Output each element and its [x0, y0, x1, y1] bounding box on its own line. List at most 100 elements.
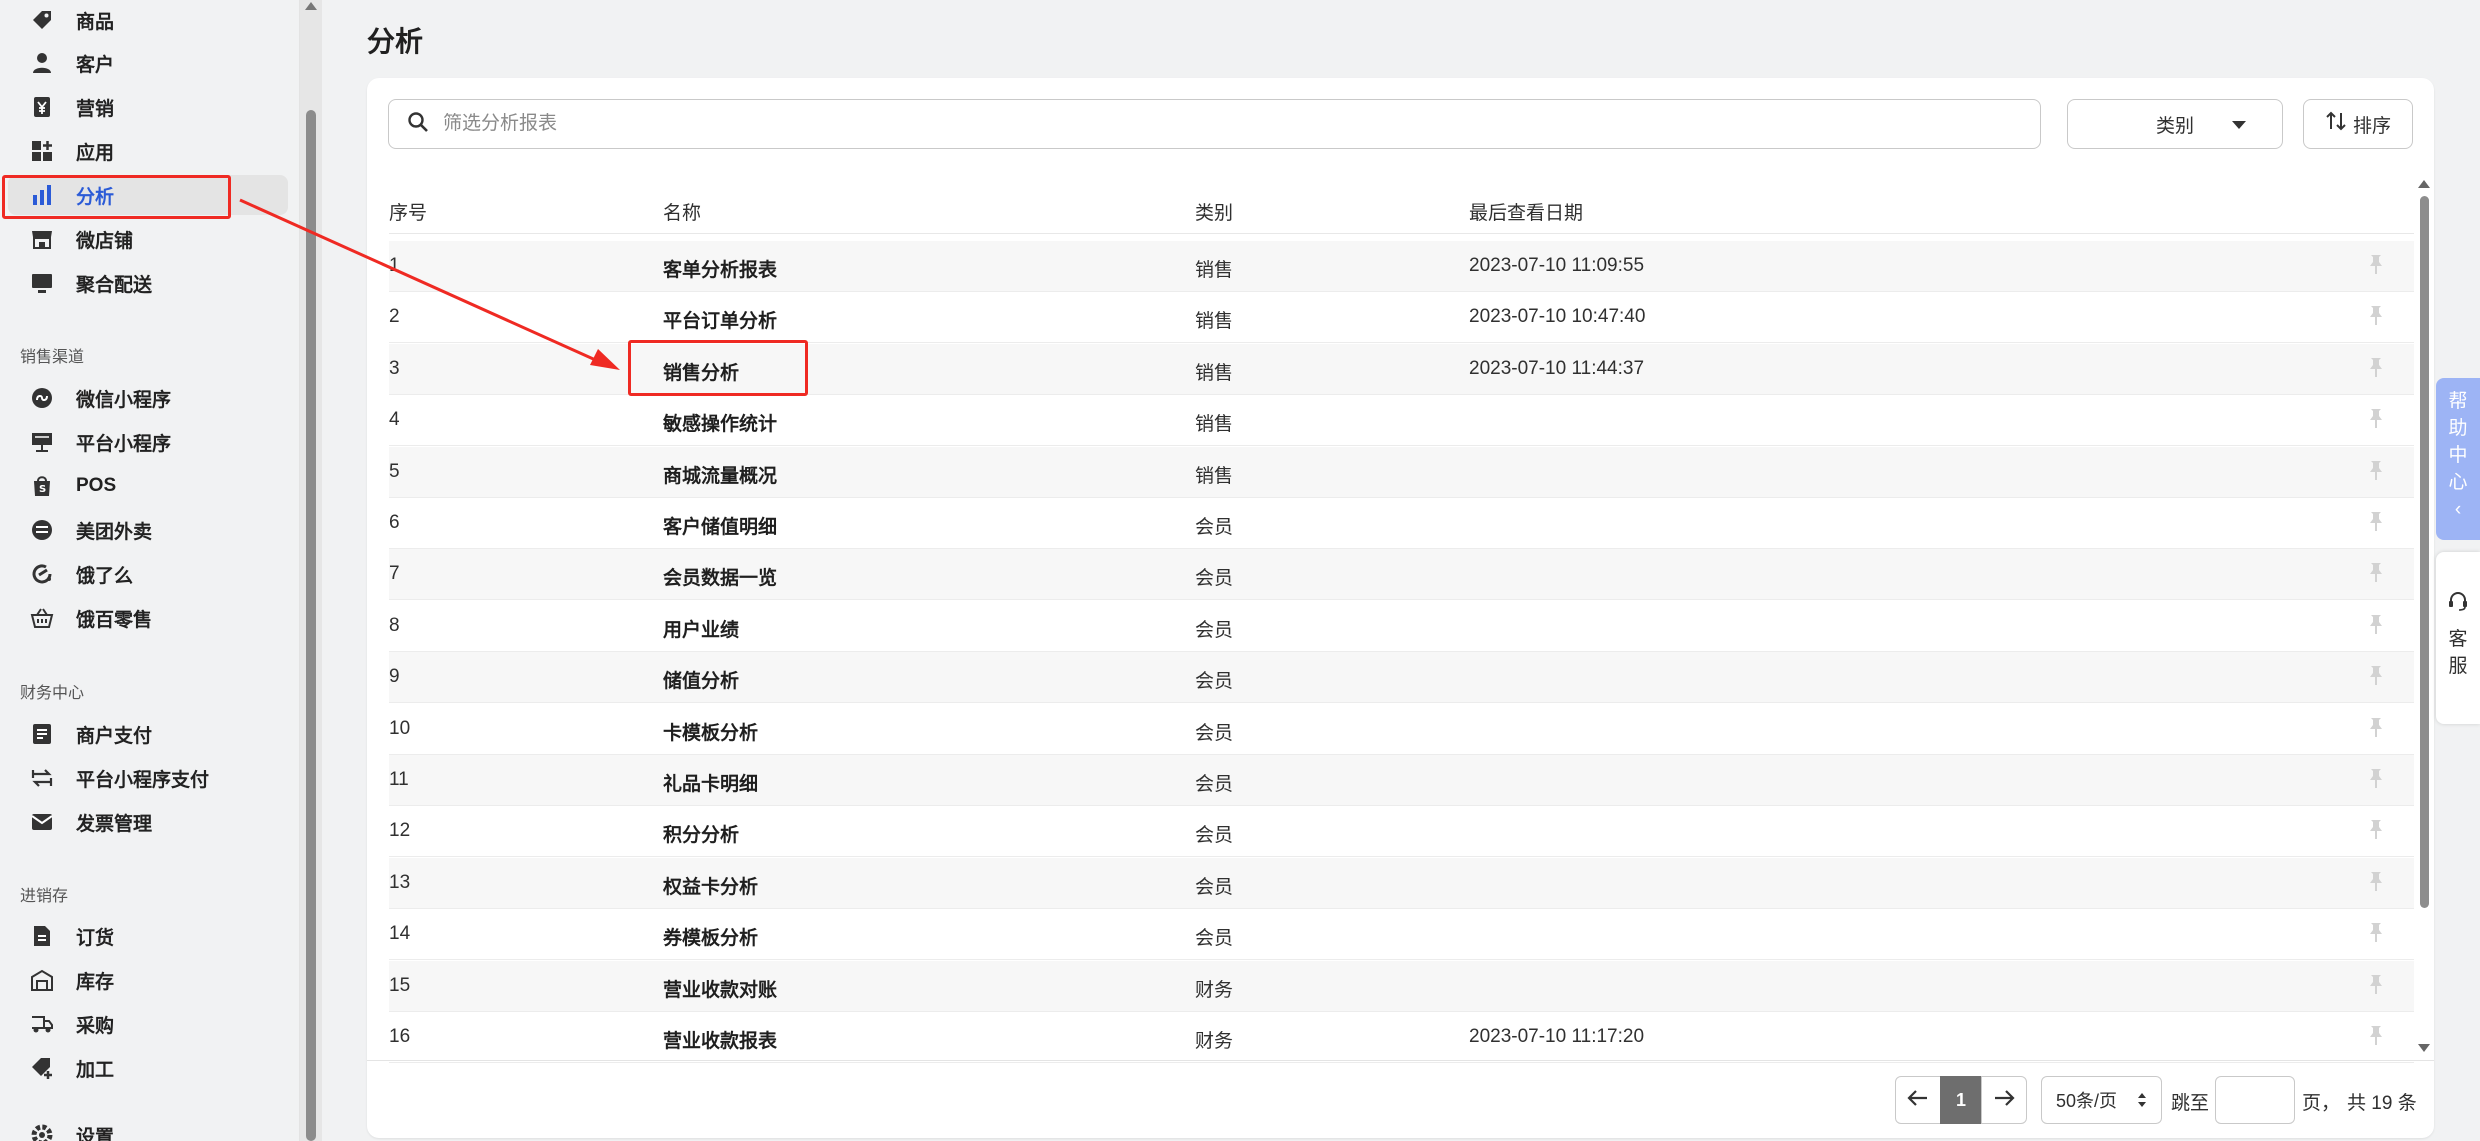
row-report-name[interactable]: 敏感操作统计 [663, 409, 777, 436]
next-page-button[interactable] [1981, 1076, 2027, 1124]
table-row[interactable]: 16 营业收款报表 财务 2023-07-10 11:17:20 [389, 1012, 2414, 1063]
sidebar-item-wechat-miniprogram[interactable]: 微信小程序 [8, 378, 288, 418]
row-report-name[interactable]: 礼品卡明细 [663, 769, 758, 796]
row-report-name[interactable]: 券模板分析 [663, 923, 758, 950]
sidebar-item-ebai-retail[interactable]: 饿百零售 [8, 598, 288, 638]
sidebar-item-invoice[interactable]: 发票管理 [8, 802, 288, 842]
sidebar-item-ordering[interactable]: 订货 [8, 916, 288, 956]
search-box[interactable] [388, 99, 2041, 149]
sidebar-item-processing[interactable]: 加工 [8, 1048, 288, 1088]
service-char: 服 [2448, 656, 2468, 677]
row-report-name[interactable]: 客单分析报表 [663, 255, 777, 282]
table-row[interactable]: 14 券模板分析 会员 [389, 909, 2414, 961]
pin-icon[interactable] [2368, 921, 2384, 949]
sidebar-scrollbar[interactable] [300, 0, 322, 1141]
category-filter-button[interactable]: 类别 [2067, 99, 2283, 149]
pin-icon[interactable] [2368, 664, 2384, 692]
scroll-up-arrow-icon[interactable] [305, 2, 317, 10]
pin-icon[interactable] [2368, 767, 2384, 795]
row-no: 12 [389, 820, 411, 842]
row-report-name[interactable]: 卡模板分析 [663, 718, 758, 745]
column-header-no[interactable]: 序号 [389, 198, 427, 225]
sidebar-item-customers[interactable]: 客户 [8, 43, 288, 83]
table-row[interactable]: 6 客户储值明细 会员 [389, 498, 2414, 549]
row-report-name[interactable]: 用户业绩 [663, 615, 739, 642]
help-center-tab[interactable]: 帮 助 中 心 ‹ [2436, 378, 2480, 540]
column-header-name[interactable]: 名称 [663, 198, 701, 225]
page-1-button[interactable]: 1 [1940, 1076, 1982, 1124]
row-category: 会员 [1195, 825, 1234, 847]
table-row[interactable]: 10 卡模板分析 会员 [389, 704, 2414, 755]
sort-button[interactable]: 排序 [2303, 99, 2413, 149]
pin-icon[interactable] [2368, 407, 2384, 435]
pin-icon[interactable] [2368, 818, 2384, 846]
row-report-name[interactable]: 营业收款对账 [663, 975, 777, 1002]
row-report-name[interactable]: 平台订单分析 [663, 306, 777, 333]
table-row[interactable]: 9 储值分析 会员 [389, 652, 2414, 704]
table-row[interactable]: 4 敏感操作统计 销售 [389, 395, 2414, 447]
row-report-name[interactable]: 储值分析 [663, 666, 739, 693]
pin-icon[interactable] [2368, 613, 2384, 641]
row-report-name[interactable]: 客户储值明细 [663, 512, 777, 539]
table-row[interactable]: 11 礼品卡明细 会员 [389, 755, 2414, 806]
sidebar-item-platform-payment[interactable]: 平台小程序支付 [8, 758, 288, 798]
column-header-category[interactable]: 类别 [1195, 198, 1233, 225]
pin-icon[interactable] [2368, 304, 2384, 332]
table-row[interactable]: 15 营业收款对账 财务 [389, 960, 2414, 1012]
sidebar-item-purchase[interactable]: 采购 [8, 1004, 288, 1044]
pin-icon[interactable] [2368, 973, 2384, 1001]
sidebar-item-microstore[interactable]: 微店铺 [8, 219, 288, 259]
sidebar-item-meituan[interactable]: 美团外卖 [8, 510, 288, 550]
row-category: 会员 [1195, 517, 1234, 538]
row-report-name[interactable]: 商城流量概况 [663, 461, 777, 488]
service-char: 客 [2448, 629, 2468, 650]
sidebar-item-delivery[interactable]: 聚合配送 [8, 263, 288, 303]
table-row[interactable]: 2 平台订单分析 销售 2023-07-10 10:47:40 [389, 292, 2414, 344]
sidebar-scroll-thumb[interactable] [306, 110, 316, 1141]
scroll-down-arrow-icon[interactable] [2418, 1044, 2430, 1052]
pin-icon[interactable] [2368, 356, 2384, 384]
sidebar-item-label: 微信小程序 [76, 389, 172, 411]
section-sales-channels: 销售渠道 [20, 349, 85, 366]
table-row[interactable]: 12 积分分析 会员 [389, 806, 2414, 858]
sidebar-item-merchant-payment[interactable]: 商户支付 [8, 714, 288, 754]
row-category: 销售 [1195, 465, 1234, 487]
pin-icon[interactable] [2368, 459, 2384, 487]
prev-page-button[interactable] [1895, 1076, 1941, 1124]
sidebar-item-eleme[interactable]: 饿了么 [8, 554, 288, 594]
page-size-select[interactable]: 50条/页 [2041, 1076, 2162, 1124]
table-scrollbar[interactable] [2417, 178, 2431, 1058]
sidebar-item-apps[interactable]: 应用 [8, 131, 288, 171]
table-row[interactable]: 5 商城流量概况 销售 [389, 446, 2414, 498]
sidebar-item-marketing[interactable]: 营销 [8, 87, 288, 127]
table-scroll-thumb[interactable] [2420, 196, 2429, 908]
row-report-name[interactable]: 积分分析 [663, 820, 739, 847]
column-header-last-viewed[interactable]: 最后查看日期 [1469, 198, 1583, 225]
table-row[interactable]: 13 权益卡分析 会员 [389, 857, 2414, 909]
pin-icon[interactable] [2368, 870, 2384, 898]
scroll-up-arrow-icon[interactable] [2418, 180, 2430, 188]
platform-icon [28, 428, 56, 456]
pin-icon[interactable] [2368, 1024, 2384, 1052]
headset-icon [2447, 590, 2469, 620]
search-input[interactable] [443, 113, 1943, 135]
customer-service-tab[interactable]: 客 服 [2436, 552, 2480, 724]
row-report-name[interactable]: 会员数据一览 [663, 563, 777, 590]
pin-icon[interactable] [2368, 510, 2384, 538]
table-row[interactable]: 8 用户业绩 会员 [389, 601, 2414, 652]
svg-text:S: S [39, 484, 46, 495]
sidebar-item-settings[interactable]: 设置 [8, 1115, 288, 1141]
table-header: 序号 名称 类别 最后查看日期 [389, 184, 2414, 234]
table-row[interactable]: 1 客单分析报表 销售 2023-07-10 11:09:55 [389, 241, 2414, 292]
row-report-name[interactable]: 营业收款报表 [663, 1026, 777, 1053]
pin-icon[interactable] [2368, 253, 2384, 281]
jump-page-input[interactable] [2215, 1076, 2295, 1124]
table-row[interactable]: 7 会员数据一览 会员 [389, 549, 2414, 601]
row-report-name[interactable]: 权益卡分析 [663, 872, 758, 899]
sidebar-item-stock[interactable]: 库存 [8, 960, 288, 1000]
pin-icon[interactable] [2368, 561, 2384, 589]
sidebar-item-platform-miniprogram[interactable]: 平台小程序 [8, 422, 288, 462]
pin-icon[interactable] [2368, 716, 2384, 744]
sidebar-item-pos[interactable]: S POS [8, 466, 288, 506]
sidebar-item-products[interactable]: 商品 [8, 0, 288, 40]
